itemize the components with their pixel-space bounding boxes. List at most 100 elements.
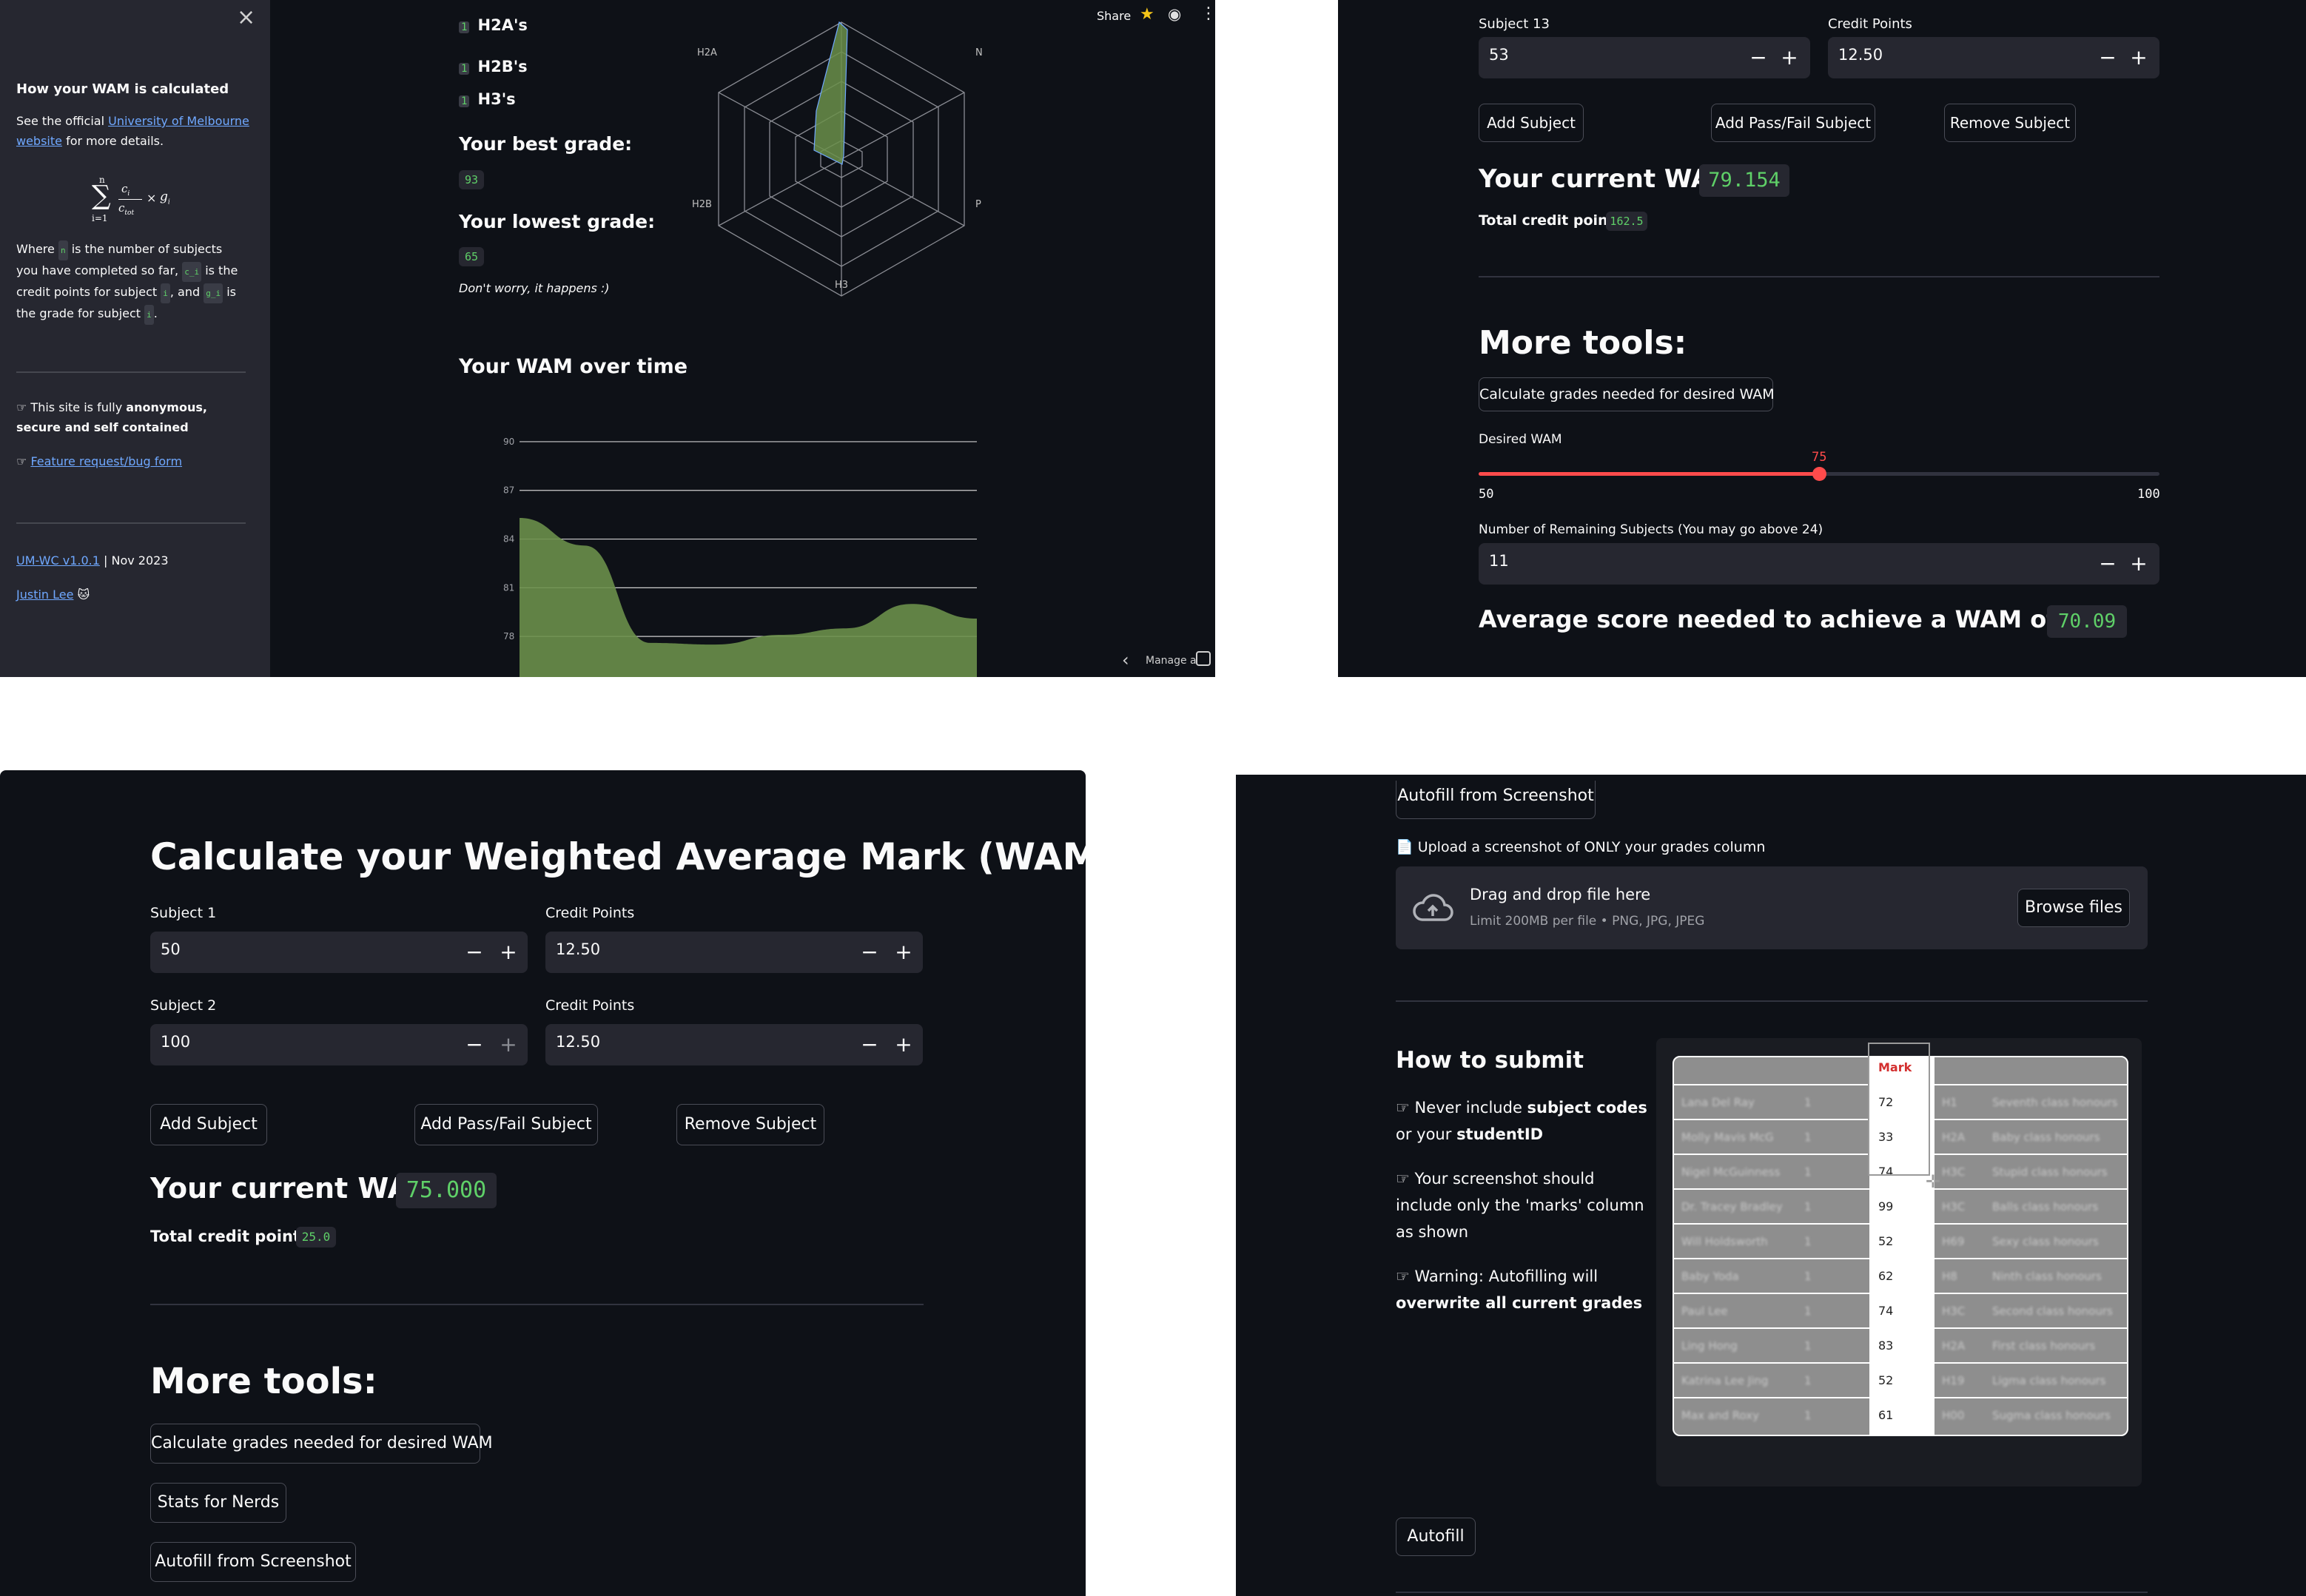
- remaining-subjects-input[interactable]: 11 − +: [1479, 543, 2159, 585]
- mark-value: 61: [1878, 1408, 1894, 1422]
- mark-value: 83: [1878, 1339, 1894, 1353]
- close-icon[interactable]: ×: [237, 4, 255, 30]
- share-button[interactable]: Share: [1097, 9, 1131, 23]
- blurred-cell: Molly Mavis McG: [1681, 1131, 1774, 1144]
- credit-points-2-input[interactable]: 12.50 − +: [545, 1024, 923, 1065]
- decrement-button[interactable]: −: [853, 936, 886, 969]
- decrement-button[interactable]: −: [458, 1028, 491, 1061]
- stats-for-nerds-button[interactable]: Stats for Nerds: [150, 1483, 286, 1523]
- credit-points-2-label: Credit Points: [545, 997, 635, 1014]
- blurred-cell: Nigel McGuinness: [1681, 1165, 1781, 1179]
- increment-button[interactable]: +: [887, 936, 920, 969]
- decrement-button[interactable]: −: [1742, 41, 1775, 74]
- decrement-button[interactable]: −: [458, 936, 491, 969]
- subject-1-input[interactable]: 50 − +: [150, 932, 528, 973]
- page-title: Calculate your Weighted Average Mark (WA…: [150, 835, 1086, 878]
- blurred-cell: 1: [1804, 1304, 1812, 1318]
- github-icon[interactable]: ◉: [1168, 5, 1181, 23]
- author-link[interactable]: Justin Lee: [16, 587, 73, 602]
- table-row: Baby Yoda 1 62 H8 Ninth class honours: [1674, 1258, 2127, 1292]
- chevron-left-icon[interactable]: ‹: [1122, 650, 1129, 670]
- total-credit-value: 162.5: [1606, 212, 1647, 231]
- crosshair-icon: ✛: [1926, 1171, 1941, 1192]
- blurred-cell: 1: [1804, 1200, 1812, 1213]
- table-row: Katrina Lee Jing 1 52 H19 Ligma class honour…: [1674, 1362, 2127, 1396]
- add-subject-button[interactable]: Add Subject: [1479, 104, 1584, 142]
- menu-icon[interactable]: ⋮: [1200, 4, 1215, 23]
- feature-request-link[interactable]: Feature request/bug form: [30, 454, 182, 468]
- desired-wam-label: Desired WAM: [1479, 432, 1562, 447]
- slider-max: 100: [2137, 487, 2160, 502]
- blurred-cell: Baby Yoda: [1681, 1270, 1739, 1283]
- remove-subject-button[interactable]: Remove Subject: [1944, 104, 2076, 142]
- credit-points-input[interactable]: 12.50 − +: [1828, 37, 2159, 78]
- sidebar-title: How your WAM is calculated: [16, 81, 229, 97]
- blurred-cell: H69: [1942, 1235, 1965, 1248]
- radar-label-h3: H3: [835, 280, 848, 291]
- lowest-grade-note: Don't worry, it happens :): [459, 281, 610, 295]
- browse-files-button[interactable]: Browse files: [2017, 889, 2130, 927]
- decrement-button[interactable]: −: [2091, 41, 2124, 74]
- increment-button[interactable]: +: [1773, 41, 1806, 74]
- blurred-cell: H3C: [1942, 1200, 1966, 1213]
- blurred-cell: 1: [1804, 1235, 1812, 1248]
- decrement-button[interactable]: −: [853, 1028, 886, 1061]
- mark-value: 99: [1878, 1199, 1894, 1213]
- fullscreen-icon[interactable]: [1196, 651, 1211, 666]
- blurred-cell: 1: [1804, 1096, 1812, 1109]
- blurred-cell: Ling Hong: [1681, 1339, 1738, 1353]
- total-credit-label: Total credit points:: [150, 1228, 316, 1245]
- desired-wam-slider[interactable]: 75: [1479, 447, 2159, 491]
- y-tick-label: 78: [503, 631, 514, 642]
- increment-button[interactable]: +: [492, 1028, 525, 1061]
- file-dropzone[interactable]: Drag and drop file here Limit 200MB per …: [1396, 866, 2148, 949]
- more-tools-heading: More tools:: [1479, 324, 1687, 362]
- table-row: Max and Roxy 1 61 H00 Sugma class honours: [1674, 1397, 2127, 1431]
- increment-button[interactable]: +: [2122, 548, 2155, 580]
- increment-button[interactable]: +: [2122, 41, 2155, 74]
- blurred-cell: Lana Del Ray: [1681, 1096, 1755, 1109]
- autofill-button[interactable]: Autofill: [1396, 1518, 1476, 1556]
- increment-button[interactable]: +: [887, 1028, 920, 1061]
- increment-button[interactable]: +: [492, 936, 525, 969]
- subject-2-input[interactable]: 100 − +: [150, 1024, 528, 1065]
- anonymous-note: ☞ This site is fully anonymous, secure a…: [16, 400, 207, 434]
- section-divider: [1396, 1592, 2148, 1593]
- blurred-cell: Balls class honours: [1992, 1200, 2099, 1213]
- add-subject-button[interactable]: Add Subject: [150, 1104, 267, 1145]
- star-icon[interactable]: ★: [1140, 5, 1154, 24]
- calculate-grades-button[interactable]: Calculate grades needed for desired WAM: [150, 1424, 493, 1464]
- blurred-cell: H3C: [1942, 1304, 1966, 1318]
- autofill-from-screenshot-button[interactable]: Autofill from Screenshot: [150, 1542, 356, 1582]
- slider-thumb[interactable]: [1812, 467, 1826, 481]
- calculate-grades-button[interactable]: Calculate grades needed for desired WAM: [1479, 377, 1775, 411]
- y-tick-label: 81: [503, 582, 514, 593]
- credit-points-1-label: Credit Points: [545, 905, 635, 921]
- cloud-upload-icon: [1413, 894, 1453, 921]
- remove-subject-button[interactable]: Remove Subject: [676, 1104, 824, 1145]
- tip-overwrite-warning: ☞ Warning: Autofilling will overwrite al…: [1396, 1267, 1643, 1312]
- y-tick-label: 84: [503, 534, 514, 545]
- table-row: Dr. Tracey Bradley 1 99 H3C Balls class hono…: [1674, 1188, 2127, 1222]
- add-pass-fail-subject-button[interactable]: Add Pass/Fail Subject: [1711, 104, 1875, 142]
- credit-points-1-input[interactable]: 12.50 − +: [545, 932, 923, 973]
- list-item: 1 H2A's: [459, 16, 528, 34]
- blurred-cell: Katrina Lee Jing: [1681, 1374, 1769, 1387]
- add-pass-fail-subject-button[interactable]: Add Pass/Fail Subject: [414, 1104, 598, 1145]
- blurred-cell: Baby class honours: [1992, 1131, 2100, 1144]
- drop-title: Drag and drop file here: [1470, 886, 1651, 903]
- tip-marks-only: ☞ Your screenshot should include only th…: [1396, 1170, 1644, 1241]
- total-credit-value: 25.0: [296, 1227, 336, 1247]
- manage-app-button[interactable]: Manage a: [1146, 655, 1197, 667]
- average-needed-value: 70.09: [2047, 605, 2127, 638]
- version-info: UM-WC v1.0.1 | Nov 2023: [16, 553, 169, 568]
- subject-13-input[interactable]: 53 − +: [1479, 37, 1810, 78]
- section-divider: [150, 1304, 924, 1305]
- version-link[interactable]: UM-WC v1.0.1: [16, 553, 100, 568]
- blurred-cell: Sexy class honours: [1992, 1235, 2099, 1248]
- decrement-button[interactable]: −: [2091, 548, 2124, 580]
- autofill-from-screenshot-button[interactable]: Autofill from Screenshot: [1396, 781, 1596, 819]
- how-to-submit-heading: How to submit: [1396, 1047, 1584, 1074]
- wam-formula: n ∑ i=1 ci ctot × gi: [92, 175, 170, 223]
- blurred-cell: Max and Roxy: [1681, 1409, 1759, 1422]
